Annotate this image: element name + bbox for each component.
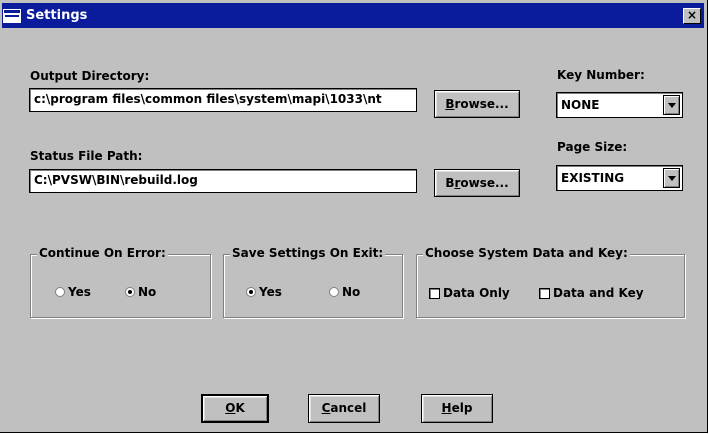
title-bar: Settings × <box>2 3 704 28</box>
save-settings-yes-label: Yes <box>259 285 282 299</box>
save-settings-no-label: No <box>342 285 361 299</box>
data-only-label: Data Only <box>443 286 510 300</box>
window-title: Settings <box>26 8 88 23</box>
status-file-path-label: Status File Path: <box>30 149 143 163</box>
status-file-path-input[interactable]: C:\PVSW\BIN\rebuild.log <box>29 169 417 193</box>
key-number-dropdown-icon[interactable] <box>663 95 680 115</box>
data-only-checkbox[interactable] <box>429 287 440 299</box>
help-button[interactable]: Help <box>421 394 493 423</box>
save-settings-no-radio[interactable] <box>329 287 339 297</box>
continue-on-error-no-label: No <box>138 285 157 299</box>
window-menu-icon[interactable] <box>3 8 21 23</box>
save-settings-no-option[interactable]: No <box>329 285 360 299</box>
cancel-button[interactable]: Cancel <box>308 394 380 423</box>
output-directory-input[interactable]: c:\program files\common files\system\map… <box>29 88 417 112</box>
key-number-value: NONE <box>561 98 600 112</box>
continue-on-error-title: Continue On Error: <box>37 246 168 260</box>
data-only-option[interactable]: Data Only <box>429 286 510 300</box>
continue-on-error-yes-radio[interactable] <box>55 287 65 297</box>
continue-on-error-group: Continue On Error: Yes No <box>30 246 211 318</box>
save-settings-yes-radio[interactable] <box>246 287 256 297</box>
save-settings-on-exit-group: Save Settings On Exit: Yes No <box>223 246 403 318</box>
continue-on-error-yes-option[interactable]: Yes <box>55 285 91 299</box>
key-number-label: Key Number: <box>557 68 645 82</box>
data-and-key-label: Data and Key <box>553 286 644 300</box>
settings-dialog: Settings × Output Directory: c:\program … <box>0 0 708 433</box>
output-directory-browse-button[interactable]: Browse... <box>434 90 520 118</box>
save-settings-yes-option[interactable]: Yes <box>246 285 282 299</box>
status-file-path-browse-button[interactable]: Browse... <box>434 169 520 197</box>
continue-on-error-no-option[interactable]: No <box>125 285 156 299</box>
ok-button[interactable]: OK <box>201 394 269 423</box>
data-and-key-checkbox[interactable] <box>539 287 550 299</box>
page-size-dropdown-icon[interactable] <box>663 168 680 188</box>
output-directory-label: Output Directory: <box>30 69 150 83</box>
page-size-label: Page Size: <box>557 140 628 154</box>
continue-on-error-no-radio[interactable] <box>125 287 135 297</box>
continue-on-error-yes-label: Yes <box>68 285 91 299</box>
choose-system-data-group: Choose System Data and Key: Data Only Da… <box>416 246 685 318</box>
data-and-key-option[interactable]: Data and Key <box>539 286 644 300</box>
close-button[interactable]: × <box>683 8 701 24</box>
save-settings-on-exit-title: Save Settings On Exit: <box>230 246 386 260</box>
page-size-select[interactable]: EXISTING <box>556 165 683 191</box>
page-size-value: EXISTING <box>561 171 625 185</box>
choose-system-data-title: Choose System Data and Key: <box>423 246 630 260</box>
key-number-select[interactable]: NONE <box>556 92 683 118</box>
